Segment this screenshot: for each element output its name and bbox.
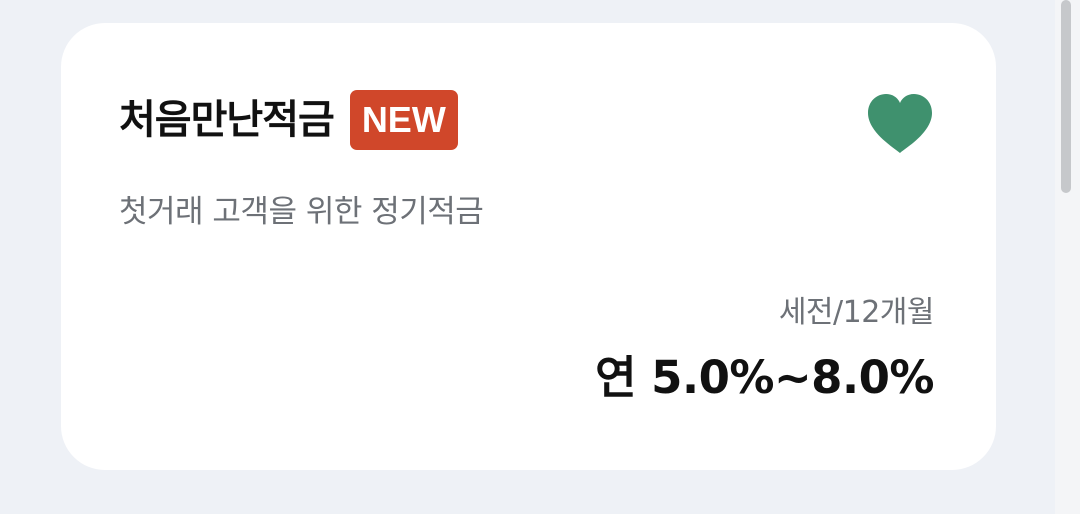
new-badge: NEW [349, 90, 458, 150]
scrollbar-thumb[interactable] [1061, 0, 1071, 193]
scrollbar[interactable] [1055, 0, 1080, 514]
title-row: 처음만난적금 NEW [119, 89, 458, 151]
interest-rate: 연 5.0%~8.0% [595, 351, 934, 404]
product-description: 첫거래 고객을 위한 정기적금 [119, 194, 484, 230]
product-card[interactable]: 처음만난적금 NEW 첫거래 고객을 위한 정기적금 세전/12개월 연 5.0… [61, 23, 996, 470]
rate-period: 세전/12개월 [778, 295, 935, 330]
product-title: 처음만난적금 [119, 97, 335, 143]
heart-icon[interactable] [866, 93, 934, 155]
